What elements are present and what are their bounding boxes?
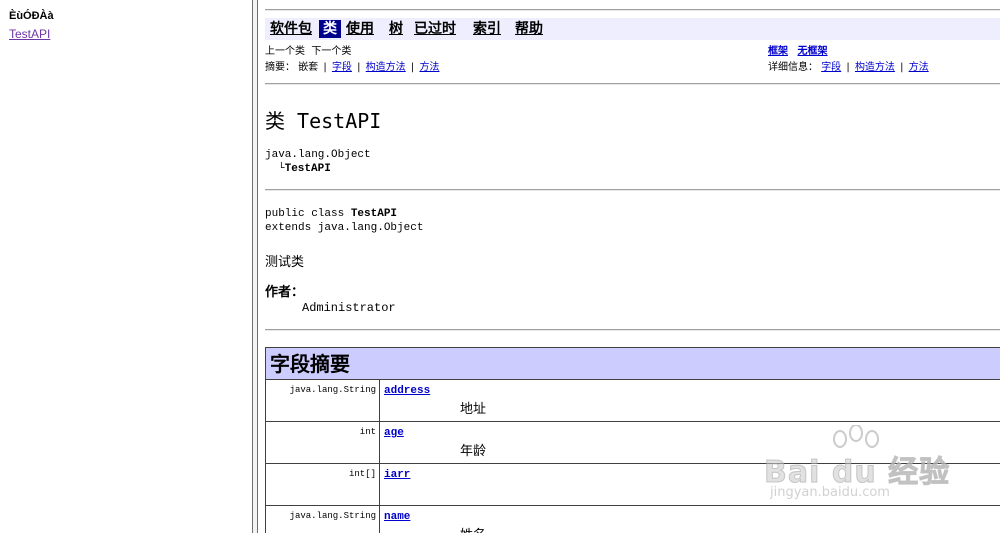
- nav-package[interactable]: 软件包: [268, 20, 314, 38]
- detail-label: 详细信息：: [768, 62, 818, 73]
- nav-use[interactable]: 使用: [344, 20, 376, 38]
- divider: [265, 83, 1000, 85]
- hierarchy-child-name: TestAPI: [284, 163, 331, 175]
- field-name-link[interactable]: address: [384, 385, 1000, 397]
- summary-label: 摘要：: [265, 62, 295, 73]
- field-type: java.lang.String: [266, 380, 380, 421]
- detail-field-link[interactable]: 字段: [821, 62, 841, 73]
- prev-class-label: 上一个类: [265, 46, 305, 57]
- summary-field-link[interactable]: 字段: [332, 62, 352, 73]
- detail-constructor-link[interactable]: 构造方法: [855, 62, 895, 73]
- field-name-link[interactable]: name: [384, 511, 1000, 523]
- class-list-title: ÈùÓÐÀà: [9, 10, 54, 22]
- javadoc-page: ÈùÓÐÀà TestAPI 软件包 类 使用 树 已过时 索引 帮助 上一个类…: [0, 0, 1000, 533]
- detail-nav: 详细信息： 字段 | 构造方法 | 方法: [768, 62, 929, 74]
- field-type: java.lang.String: [266, 506, 380, 533]
- field-type: int: [266, 422, 380, 463]
- top-navbar: 软件包 类 使用 树 已过时 索引 帮助: [265, 18, 1000, 40]
- table-row: java.lang.String name 姓名: [266, 506, 1000, 533]
- author-value: Administrator: [302, 301, 396, 315]
- detail-method-link[interactable]: 方法: [909, 62, 929, 73]
- separator: |: [410, 62, 415, 73]
- table-row: int age 年龄: [266, 422, 1000, 464]
- divider: [265, 189, 1000, 191]
- nav-help[interactable]: 帮助: [513, 20, 545, 38]
- field-cell: address 地址: [380, 380, 1000, 421]
- nav-tree[interactable]: 树: [387, 20, 405, 38]
- class-detail-frame: 软件包 类 使用 树 已过时 索引 帮助 上一个类 下一个类 框架 无框架 摘要…: [258, 0, 1000, 533]
- nav-index[interactable]: 索引: [471, 20, 503, 38]
- field-summary-table: 字段摘要 java.lang.String address 地址 int age…: [265, 347, 1000, 533]
- nav-deprecated[interactable]: 已过时: [412, 20, 458, 38]
- next-class-label: 下一个类: [311, 46, 352, 57]
- field-name-link[interactable]: age: [384, 427, 1000, 439]
- nav-class: 类: [319, 20, 341, 38]
- decl-name: TestAPI: [350, 208, 398, 220]
- table-row: java.lang.String address 地址: [266, 380, 1000, 422]
- tree-branch-icon: └: [278, 163, 285, 175]
- prev-next-class: 上一个类 下一个类: [265, 46, 351, 58]
- hierarchy-parent: java.lang.Object: [265, 149, 371, 161]
- summary-method-link[interactable]: 方法: [419, 62, 439, 73]
- class-description: 测试类: [265, 255, 305, 270]
- field-type: int[]: [266, 464, 380, 505]
- class-list-frame: ÈùÓÐÀà TestAPI: [0, 0, 252, 533]
- page-title: 类 TestAPI: [265, 109, 382, 133]
- no-frames-link[interactable]: 无框架: [798, 46, 828, 57]
- divider: [265, 329, 1000, 331]
- field-description: 姓名: [460, 524, 1000, 533]
- field-description: 地址: [460, 402, 487, 417]
- field-cell: name 姓名: [380, 506, 1000, 533]
- separator: |: [846, 62, 850, 73]
- class-link-testapi[interactable]: TestAPI: [9, 27, 50, 41]
- class-declaration: public class TestAPI: [265, 208, 397, 221]
- field-cell: age 年龄: [380, 422, 1000, 463]
- summary-constructor-link[interactable]: 构造方法: [366, 62, 406, 73]
- decl-prefix: public class: [265, 208, 351, 220]
- table-row: int[] iarr: [266, 464, 1000, 506]
- class-extends: extends java.lang.Object: [265, 222, 424, 234]
- summary-nested: 嵌套: [298, 62, 319, 73]
- divider: [265, 9, 1000, 11]
- frames-link[interactable]: 框架: [768, 46, 788, 57]
- separator: |: [323, 62, 327, 73]
- hierarchy-child: └TestAPI: [278, 163, 331, 176]
- field-name-link[interactable]: iarr: [384, 469, 1000, 481]
- author-label: 作者：: [265, 285, 305, 300]
- frames-links: 框架 无框架: [768, 46, 828, 58]
- field-summary-heading: 字段摘要: [266, 348, 1000, 380]
- separator: |: [900, 62, 904, 73]
- separator: |: [357, 62, 361, 73]
- summary-nav: 摘要： 嵌套 | 字段 | 构造方法 | 方法: [265, 62, 439, 74]
- field-description: 年龄: [460, 444, 487, 459]
- field-cell: iarr: [380, 464, 1000, 505]
